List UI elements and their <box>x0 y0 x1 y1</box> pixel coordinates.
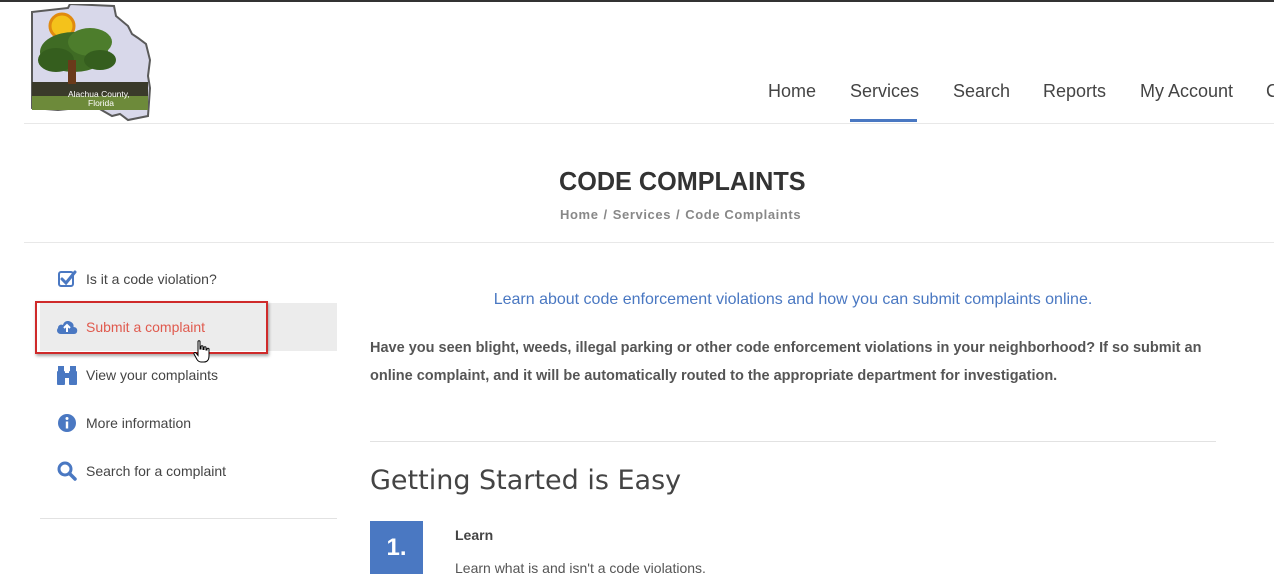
nav-my-account[interactable]: My Account <box>1140 80 1233 122</box>
sidebar-item-code-violation[interactable]: Is it a code violation? <box>40 255 337 303</box>
sidebar-item-label: More information <box>86 415 192 431</box>
binoculars-icon <box>56 364 78 386</box>
sidebar-item-submit-complaint[interactable]: Submit a complaint <box>40 303 337 351</box>
breadcrumb: Home / Services / Code Complaints <box>560 207 802 222</box>
sidebar-item-label: Submit a complaint <box>86 319 206 335</box>
sidebar-item-more-information[interactable]: More information <box>40 399 337 447</box>
logo-image: Alachua County, Florida <box>31 2 152 122</box>
sidebar-divider <box>40 518 337 519</box>
top-border <box>0 0 1274 2</box>
nav-home[interactable]: Home <box>768 80 816 122</box>
sidebar-item-label: View your complaints <box>86 367 219 383</box>
cloud-upload-icon <box>56 316 78 338</box>
breadcrumb-current: Code Complaints <box>685 207 802 222</box>
title-divider <box>24 242 1274 243</box>
nav-overflow[interactable]: C <box>1266 80 1274 122</box>
content-divider <box>370 441 1216 442</box>
breadcrumb-services[interactable]: Services <box>613 207 671 222</box>
header-divider <box>24 123 1274 124</box>
main-nav: Home Services Search Reports My Account … <box>750 80 1274 124</box>
sidebar-item-label: Search for a complaint <box>86 463 227 479</box>
sidebar-item-label: Is it a code violation? <box>86 271 217 287</box>
checkbox-icon <box>56 268 78 290</box>
nav-services[interactable]: Services <box>850 80 919 122</box>
info-icon <box>56 412 78 434</box>
section-title: Getting Started is Easy <box>370 465 682 496</box>
page-title: CODE COMPLAINTS <box>559 166 806 196</box>
sidebar-item-view-complaints[interactable]: View your complaints <box>40 351 337 399</box>
search-icon <box>56 460 78 482</box>
sidebar-item-search-complaint[interactable]: Search for a complaint <box>40 447 337 495</box>
step-number: 1. <box>370 521 423 574</box>
step-description: Learn what is and isn't a code violation… <box>455 560 706 576</box>
step-title: Learn <box>455 527 494 543</box>
intro-paragraph: Have you seen blight, weeds, illegal par… <box>370 340 1202 384</box>
breadcrumb-home[interactable]: Home <box>560 207 599 222</box>
nav-reports[interactable]: Reports <box>1043 80 1106 122</box>
lead-text: Learn about code enforcement violations … <box>493 291 1093 308</box>
county-logo[interactable]: Alachua County, Florida <box>28 2 152 122</box>
nav-search[interactable]: Search <box>953 80 1010 122</box>
hand-pointer-icon <box>193 340 211 369</box>
svg-text:Florida: Florida <box>88 98 114 108</box>
